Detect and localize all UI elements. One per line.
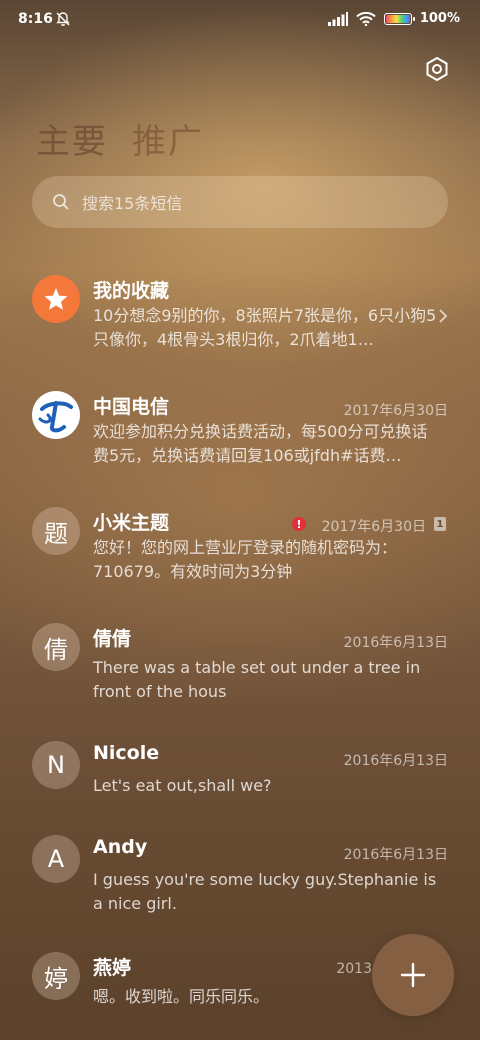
china-telecom-icon [35, 394, 77, 436]
search-placeholder: 搜索15条短信 [82, 194, 183, 213]
conversation-name: 我的收藏 [93, 280, 170, 302]
sim-badge: 1 [434, 517, 446, 531]
conversation-preview: 您好！您的网上营业厅登录的随机密码为：710679。有效时间为3分钟 [93, 538, 398, 581]
conversation-date: 2016年6月13日 [343, 847, 448, 863]
signal-icon [327, 11, 348, 26]
conversation-preview: There was a table set out under a tree i… [93, 658, 421, 701]
chevron-right-icon [439, 309, 448, 323]
plus-icon [400, 962, 426, 988]
status-bar: 8:16 100% [0, 0, 480, 40]
tab-primary[interactable]: 主要 [36, 114, 108, 163]
list-item[interactable]: 题 小米主题 ! 2017年6月30日 1 您好！您的网上营业厅登录的随机密码为… [0, 494, 480, 594]
new-message-button[interactable] [372, 934, 454, 1016]
conversation-date: 2016年6月13日 [343, 635, 448, 651]
conversation-preview: Let's eat out,shall we? [93, 776, 272, 795]
conversation-preview: I guess you're some lucky guy.Stephanie … [93, 870, 437, 913]
search-input[interactable]: 搜索15条短信 [32, 176, 448, 228]
conversation-name: 小米主题 [93, 512, 170, 534]
error-badge: ! [292, 517, 306, 531]
star-icon [44, 288, 68, 310]
china-telecom-logo [32, 391, 80, 439]
list-item[interactable]: N Nicole 2016年6月13日 Let's eat out,shall … [0, 728, 480, 808]
avatar: A [32, 835, 80, 883]
conversation-name: 倩倩 [93, 628, 132, 650]
avatar: 题 [32, 507, 80, 555]
conversation-date: 2016年6月13日 [343, 753, 448, 769]
list-item[interactable]: 倩 倩倩 2016年6月13日 There was a table set ou… [0, 610, 480, 710]
conversation-name: 燕婷 [93, 957, 132, 979]
list-item[interactable]: A Andy 2016年6月13日 I guess you're some lu… [0, 822, 480, 922]
tab-promotions[interactable]: 推广 [132, 114, 204, 163]
conversation-preview: 10分想念9别的你，8张照片7张是你，6只小狗5只像你，4根骨头3根归你，2爪着… [93, 306, 437, 349]
gear-hexagon-icon[interactable] [424, 56, 450, 82]
tab-bar: 主要 推广 [36, 114, 204, 163]
conversation-preview: 欢迎参加积分兑换话费活动，每500分可兑换话费5元，兑换话费请回复106或jfd… [93, 422, 428, 465]
conversation-date: 2013 [336, 961, 372, 977]
conversation-name: 中国电信 [93, 396, 170, 418]
bell-off-icon [56, 12, 70, 26]
conversation-date: 2017年6月30日 [343, 403, 448, 419]
favorites-star-avatar [32, 275, 80, 323]
search-icon [53, 194, 69, 210]
status-time: 8:16 [18, 11, 53, 27]
list-item[interactable]: 我的收藏 10分想念9别的你，8张照片7张是你，6只小狗5只像你，4根骨头3根归… [0, 262, 480, 362]
wifi-icon [356, 11, 376, 26]
conversation-name: Andy [93, 836, 148, 858]
avatar: 倩 [32, 623, 80, 671]
avatar: N [32, 741, 80, 789]
avatar: 婷 [32, 952, 80, 1000]
conversation-date: 2017年6月30日 [321, 519, 426, 535]
list-item[interactable]: 中国电信 2017年6月30日 欢迎参加积分兑换话费活动，每500分可兑换话费5… [0, 378, 480, 478]
battery-icon [383, 12, 415, 25]
conversation-name: Nicole [93, 742, 160, 764]
battery-percentage: 100% [419, 11, 460, 26]
